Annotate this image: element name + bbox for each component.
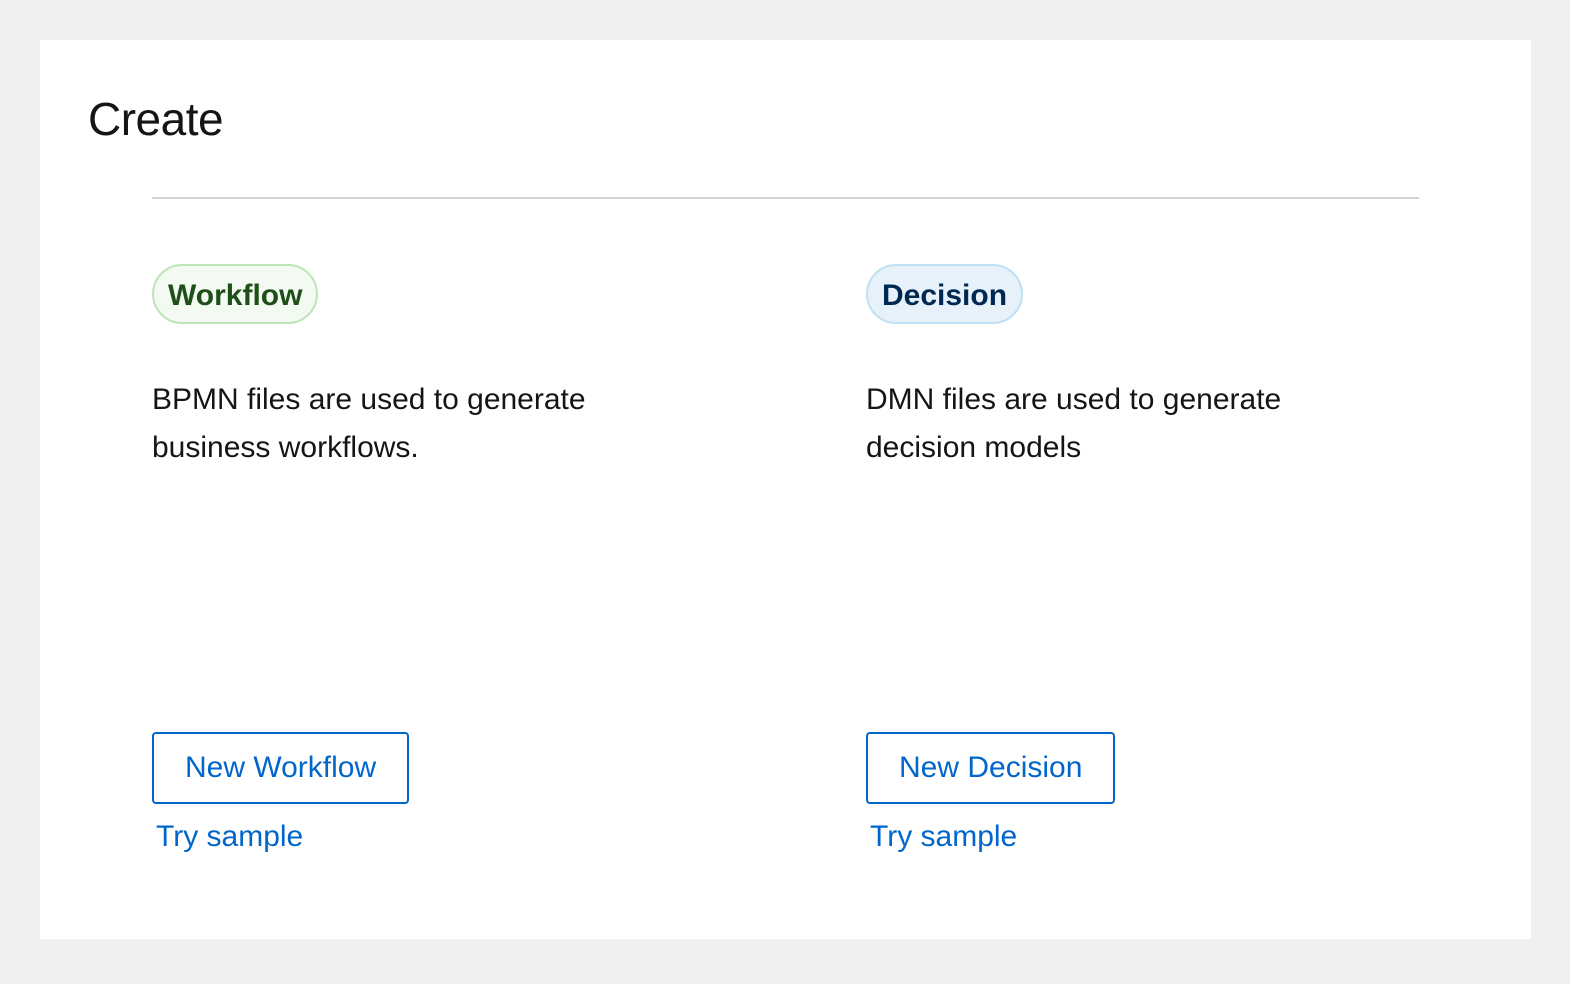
decision-description: DMN files are used to generate decision … <box>866 376 1281 472</box>
decision-description-line-2: decision models <box>866 431 1082 464</box>
workflow-try-sample-link[interactable]: Try sample <box>156 820 303 854</box>
page-title: Create <box>88 93 224 145</box>
workflow-description-line-1: BPMN files are used to generate <box>152 383 586 416</box>
new-workflow-button[interactable]: New Workflow <box>152 732 410 804</box>
decision-badge: Decision <box>866 264 1024 324</box>
workflow-description-line-2: business workflows. <box>152 431 419 464</box>
new-decision-button[interactable]: New Decision <box>866 732 1116 804</box>
create-card: Create Workflow BPMN files are used to g… <box>40 40 1531 939</box>
decision-section: Decision DMN files are used to generate … <box>866 264 1426 853</box>
workflow-description: BPMN files are used to generate business… <box>152 376 586 472</box>
workflow-badge: Workflow <box>152 264 319 324</box>
divider <box>152 197 1419 199</box>
decision-try-sample-link[interactable]: Try sample <box>870 820 1017 854</box>
decision-description-line-1: DMN files are used to generate <box>866 383 1282 416</box>
workflow-section: Workflow BPMN files are used to generate… <box>152 264 712 853</box>
